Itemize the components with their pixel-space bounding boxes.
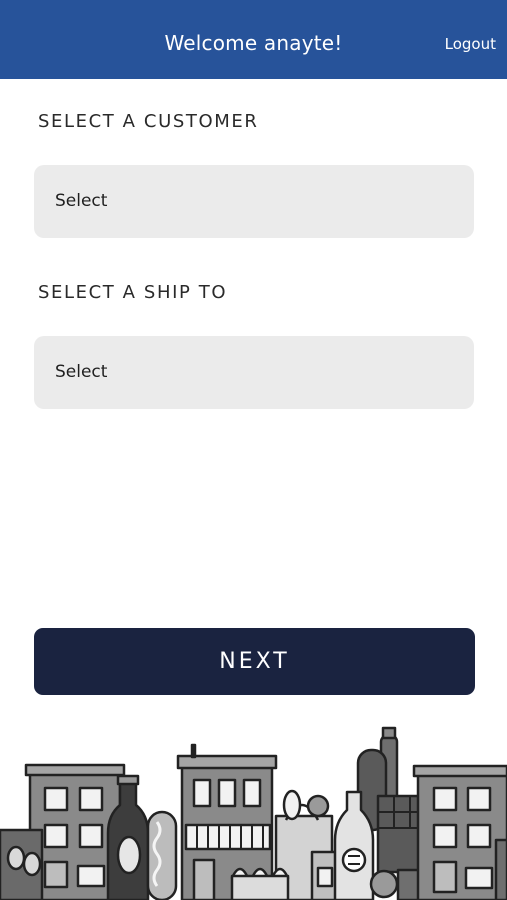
city-grocery-skyline-illustration [0, 726, 507, 900]
next-button[interactable]: NEXT [34, 628, 475, 695]
customer-select[interactable]: Select [34, 165, 474, 238]
ship-to-label: SELECT A SHIP TO [38, 282, 228, 303]
app-header: Welcome anayte! Logout [0, 0, 507, 79]
customer-label: SELECT A CUSTOMER [38, 111, 259, 132]
ship-to-select[interactable]: Select [34, 336, 474, 409]
logout-link[interactable]: Logout [445, 0, 496, 79]
ship-to-select-value: Select [55, 362, 108, 382]
welcome-title: Welcome anayte! [164, 31, 343, 55]
customer-select-value: Select [55, 191, 108, 211]
